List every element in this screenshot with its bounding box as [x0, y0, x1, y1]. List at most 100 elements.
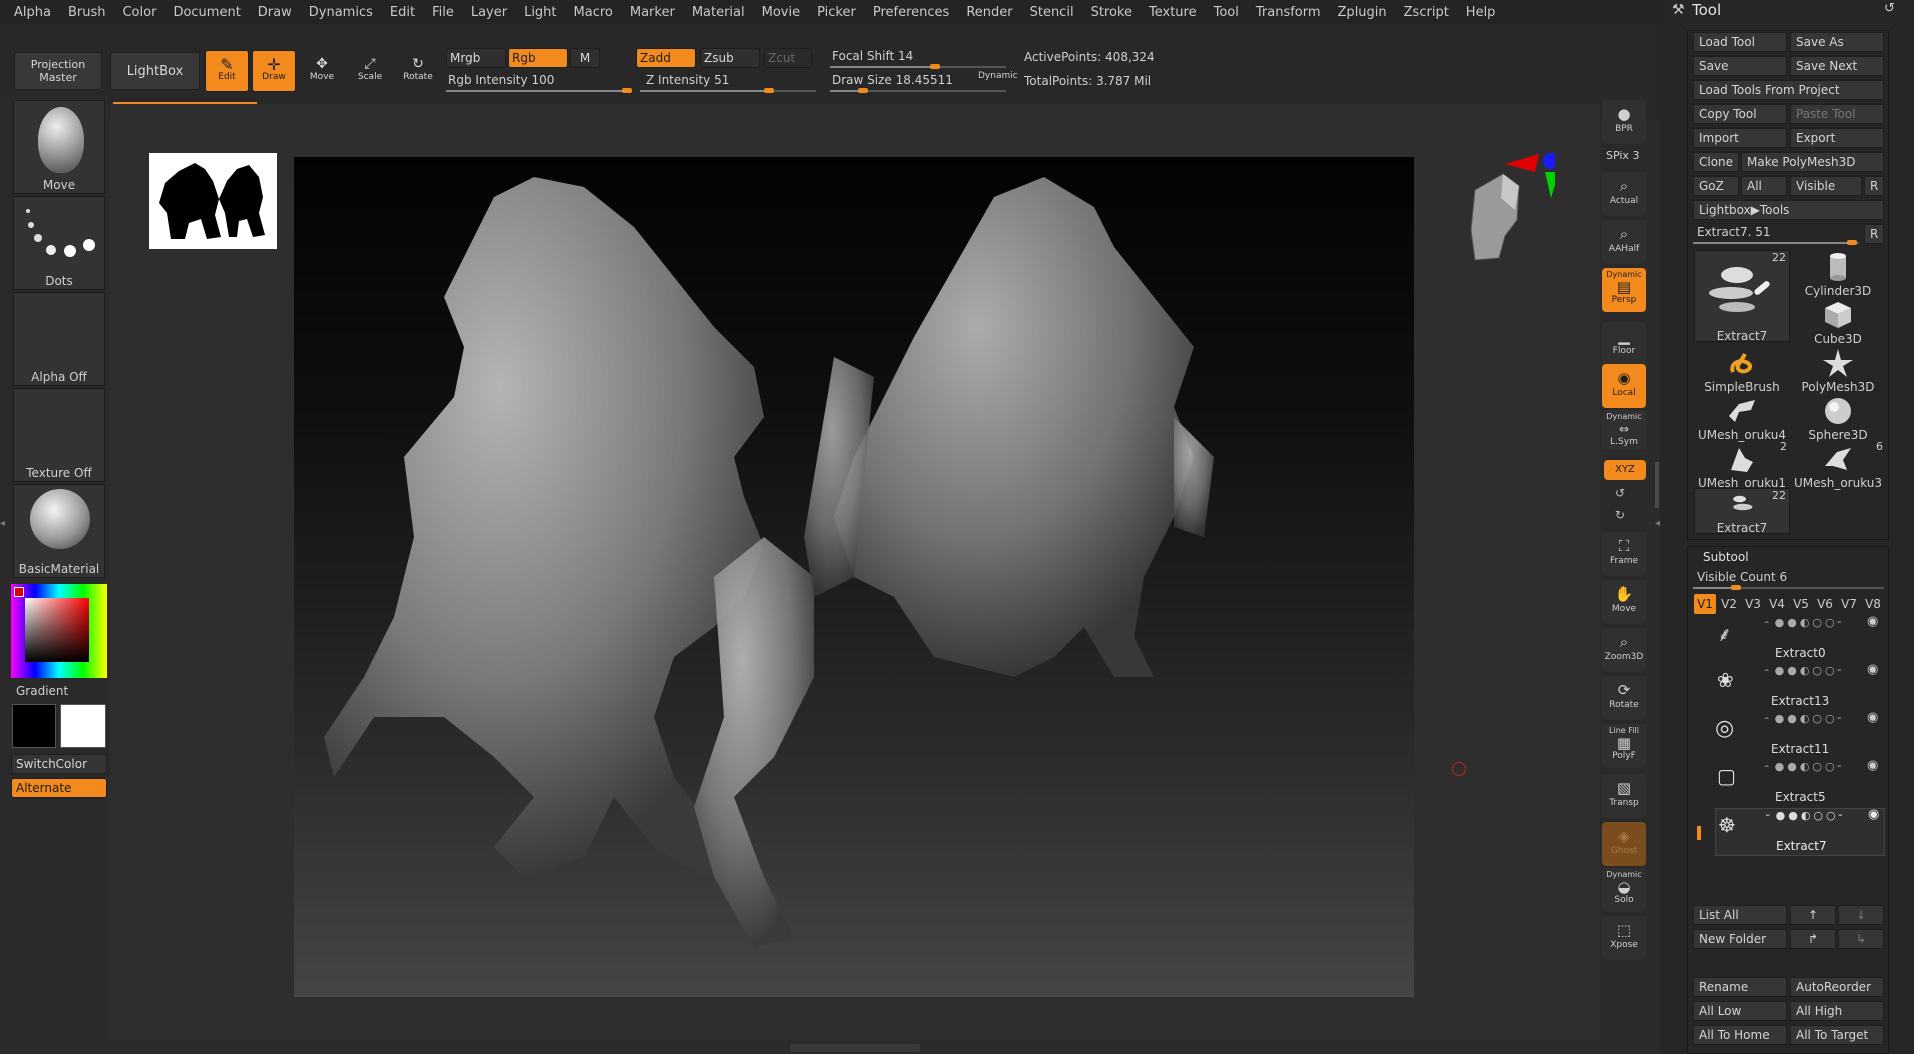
visible-count-track[interactable]: [1693, 585, 1884, 590]
rgb-intensity-slider[interactable]: Rgb Intensity 100: [448, 73, 554, 87]
gradient-label[interactable]: Gradient: [16, 684, 68, 698]
menu-tool[interactable]: Tool: [1214, 5, 1239, 20]
tool-thumb-sphere3d[interactable]: Sphere3D: [1790, 392, 1886, 442]
tool-thumb-extract7[interactable]: 22 Extract7: [1694, 250, 1790, 343]
z-intensity-slider[interactable]: Z Intensity 51: [646, 73, 729, 87]
goz-visible-button[interactable]: Visible: [1790, 176, 1862, 196]
frame-button[interactable]: ⛶ Frame: [1602, 532, 1646, 576]
menu-macro[interactable]: Macro: [574, 5, 613, 20]
focal-shift-knob[interactable]: [930, 64, 940, 69]
menu-texture[interactable]: Texture: [1149, 5, 1197, 20]
save-button[interactable]: Save: [1693, 56, 1787, 76]
current-tool-track[interactable]: [1693, 240, 1859, 245]
menu-picker[interactable]: Picker: [817, 5, 856, 20]
version-tab-v2[interactable]: V2: [1718, 594, 1740, 614]
menu-movie[interactable]: Movie: [762, 5, 800, 20]
paste-tool-button[interactable]: Paste Tool: [1790, 104, 1884, 124]
aahalf-button[interactable]: ⌕ AAHalf: [1602, 220, 1646, 264]
spix-slider[interactable]: SPix 3: [1606, 149, 1639, 162]
rgb-intensity-track[interactable]: [446, 88, 632, 93]
subtool-toggles-icon[interactable]: ╴●●◐○○╴: [1766, 809, 1848, 822]
new-folder-button[interactable]: New Folder: [1693, 929, 1787, 949]
subtool-toggles-icon[interactable]: ╴●●◐○○╴: [1765, 616, 1847, 629]
lightbox-tools-button[interactable]: Lightbox▶Tools: [1693, 200, 1884, 220]
persp-button[interactable]: Dynamic ▤ Persp: [1602, 268, 1646, 312]
ghost-button[interactable]: ◈ Ghost: [1602, 822, 1646, 866]
focal-shift-track[interactable]: [830, 64, 1006, 69]
rename-button[interactable]: Rename: [1693, 977, 1787, 997]
alternate-button[interactable]: Alternate: [11, 778, 107, 798]
z-intensity-knob[interactable]: [764, 88, 774, 93]
subtool-toggles-icon[interactable]: ╴●●◐○○╴: [1765, 760, 1847, 773]
subtool-row[interactable]: ⸙ ╴●●◐○○╴ ◉ Extract0: [1715, 614, 1885, 662]
xyz-button[interactable]: XYZ: [1604, 460, 1646, 480]
solo-button[interactable]: Dynamic ◒ Solo: [1602, 868, 1646, 912]
import-button[interactable]: Import: [1693, 128, 1787, 148]
menu-stencil[interactable]: Stencil: [1030, 5, 1074, 20]
subtool-scroll-marker[interactable]: [1697, 826, 1701, 840]
move-out-folder-button[interactable]: ↳: [1838, 929, 1884, 949]
subtool-row[interactable]: ◎ ╴●●◐○○╴ ◉ Extract11: [1715, 710, 1885, 758]
draw-size-slider[interactable]: Draw Size 18.45511: [832, 73, 953, 87]
edit-mode-button[interactable]: ✎ Edit: [205, 50, 249, 92]
texture-picker[interactable]: Texture Off: [13, 388, 105, 482]
menu-file[interactable]: File: [432, 5, 454, 20]
goz-all-button[interactable]: All: [1741, 176, 1787, 196]
subtool-toggles-icon[interactable]: ╴●●◐○○╴: [1765, 712, 1847, 725]
secondary-color-swatch[interactable]: [60, 704, 106, 748]
bpr-button[interactable]: ● BPR: [1602, 100, 1646, 144]
rotate-mode-button[interactable]: ↻ Rotate: [396, 50, 440, 92]
zoom3d-button[interactable]: ⌕ Zoom3D: [1602, 628, 1646, 672]
version-tab-v5[interactable]: V5: [1790, 594, 1812, 614]
menu-transform[interactable]: Transform: [1256, 5, 1321, 20]
save-next-button[interactable]: Save Next: [1790, 56, 1884, 76]
menu-dynamics[interactable]: Dynamics: [309, 5, 373, 20]
move-mode-button[interactable]: ✥ Move: [300, 50, 344, 92]
tool-thumb-umesh-oruku4[interactable]: UMesh_oruku4: [1694, 392, 1790, 442]
all-to-home-button[interactable]: All To Home: [1693, 1025, 1787, 1045]
stroke-picker[interactable]: Dots: [13, 196, 105, 290]
transp-button[interactable]: ▧ Transp: [1602, 774, 1646, 818]
auto-reorder-button[interactable]: AutoReorder: [1790, 977, 1884, 997]
all-high-button[interactable]: All High: [1790, 1001, 1884, 1021]
subtool-toggles-icon[interactable]: ╴●●◐○○╴: [1765, 664, 1847, 677]
visible-count-slider[interactable]: Visible Count 6: [1697, 570, 1787, 584]
xpose-button[interactable]: ⬚ Xpose: [1602, 916, 1646, 960]
copy-tool-button[interactable]: Copy Tool: [1693, 104, 1787, 124]
eye-icon[interactable]: ◉: [1867, 662, 1878, 677]
load-tools-from-project-button[interactable]: Load Tools From Project: [1693, 80, 1884, 100]
visible-count-knob[interactable]: [1731, 585, 1741, 590]
lsym-button[interactable]: Dynamic ⇔ L.Sym: [1602, 410, 1646, 450]
menu-material[interactable]: Material: [692, 5, 745, 20]
menu-layer[interactable]: Layer: [471, 5, 507, 20]
color-picker[interactable]: [11, 584, 107, 678]
rotate-y-icon[interactable]: ↺: [1615, 486, 1625, 500]
actual-button[interactable]: ⌕ Actual: [1602, 172, 1646, 216]
list-all-button[interactable]: List All: [1693, 905, 1787, 925]
zadd-button[interactable]: Zadd: [636, 48, 696, 68]
projection-master-button[interactable]: Projection Master: [14, 52, 102, 90]
palette-reset-icon[interactable]: ↺: [1884, 1, 1895, 16]
eye-icon[interactable]: ◉: [1867, 758, 1878, 773]
zcut-button[interactable]: Zcut: [764, 48, 812, 68]
focal-shift-slider[interactable]: Focal Shift 14: [832, 49, 913, 63]
save-as-button[interactable]: Save As: [1790, 32, 1884, 52]
brush-picker[interactable]: Move: [13, 100, 105, 194]
move-to-folder-button[interactable]: ↱: [1790, 929, 1836, 949]
draw-size-knob[interactable]: [858, 88, 868, 93]
eye-icon[interactable]: ◉: [1867, 614, 1878, 629]
floor-button[interactable]: ▁ Floor: [1602, 322, 1646, 366]
make-polymesh3d-button[interactable]: Make PolyMesh3D: [1741, 152, 1884, 172]
switch-color-button[interactable]: SwitchColor: [11, 754, 107, 774]
menu-zscript[interactable]: Zscript: [1404, 5, 1449, 20]
dynamic-toggle[interactable]: Dynamic: [978, 71, 1018, 81]
rotate-z-icon[interactable]: ↻: [1615, 508, 1625, 522]
zsub-button[interactable]: Zsub: [700, 48, 760, 68]
eye-icon[interactable]: ◉: [1867, 710, 1878, 725]
version-tab-v1[interactable]: V1: [1694, 594, 1716, 614]
all-low-button[interactable]: All Low: [1693, 1001, 1787, 1021]
all-to-target-button[interactable]: All To Target: [1790, 1025, 1884, 1045]
menu-color[interactable]: Color: [122, 5, 156, 20]
current-tool-r-button[interactable]: R: [1864, 224, 1884, 244]
version-tab-v8[interactable]: V8: [1862, 594, 1884, 614]
